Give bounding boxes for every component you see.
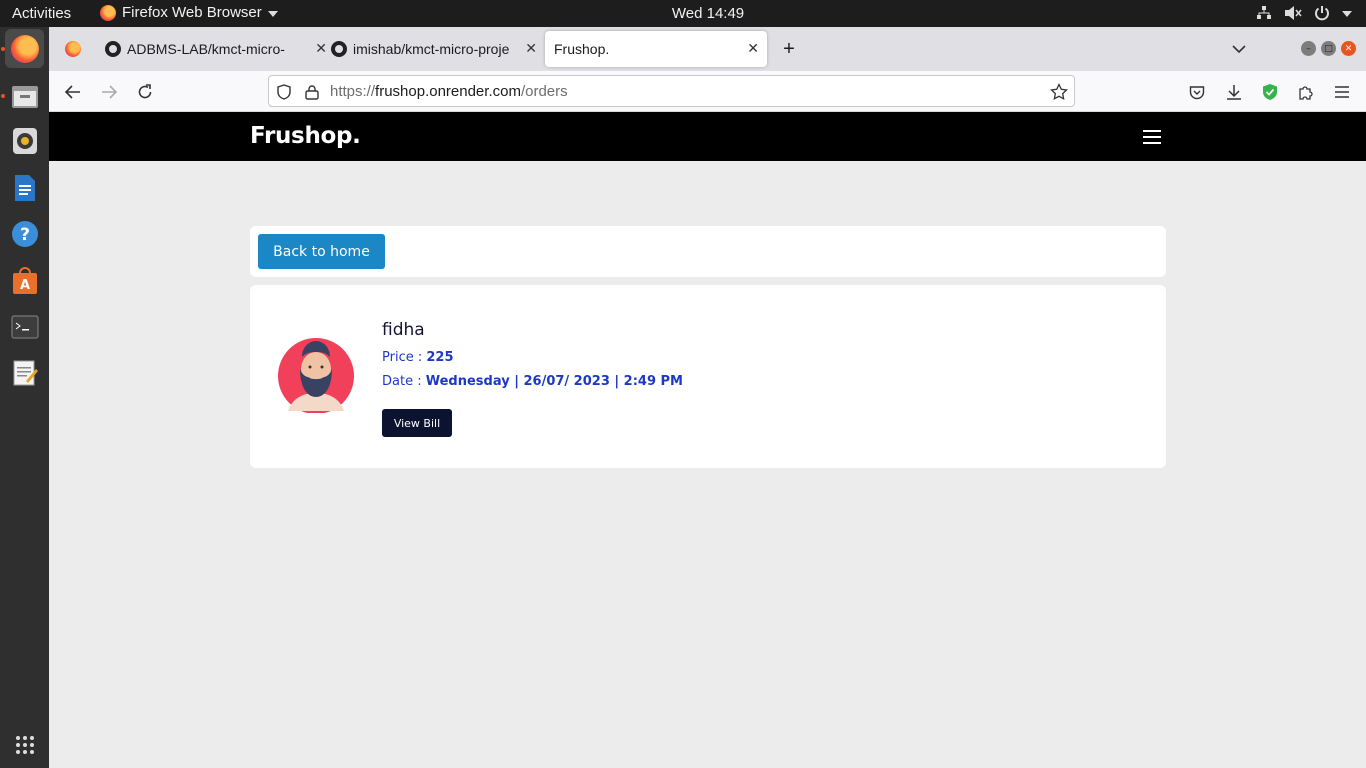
dock: ? A xyxy=(0,27,49,768)
music-player-icon xyxy=(12,127,37,154)
system-tray[interactable] xyxy=(1256,5,1352,21)
firefox-icon xyxy=(65,41,81,57)
network-icon xyxy=(1257,6,1271,19)
back-to-home-button[interactable]: Back to home xyxy=(258,234,385,269)
dock-writer[interactable] xyxy=(5,168,44,207)
puzzle-icon xyxy=(1299,86,1313,100)
hamburger-icon xyxy=(1335,86,1349,98)
url-bar[interactable]: https://frushop.onrender.com/orders xyxy=(268,75,1075,107)
chevron-down-icon xyxy=(1232,45,1246,54)
new-tab-button[interactable]: + xyxy=(777,31,801,67)
tab-title: ADBMS-LAB/kmct-micro- xyxy=(127,41,285,57)
firefox-view-button[interactable] xyxy=(55,31,91,67)
maximize-button[interactable]: □ xyxy=(1321,41,1336,56)
order-price: Price : 225 xyxy=(382,350,454,365)
dock-files[interactable] xyxy=(5,76,44,115)
chevron-down-icon xyxy=(1342,11,1352,17)
order-card: fidha Price : 225 Date : Wednesday | 26/… xyxy=(250,285,1166,468)
github-icon xyxy=(331,41,347,57)
dock-terminal[interactable] xyxy=(5,307,44,346)
svg-text:A: A xyxy=(19,278,29,293)
arrow-left-icon xyxy=(65,85,80,99)
tab-frushop[interactable]: Frushop. ✕ xyxy=(545,31,767,67)
show-applications-button[interactable] xyxy=(5,725,44,764)
shield-check-icon xyxy=(1263,84,1277,100)
system-top-bar: Activities Firefox Web Browser Wed 14:49 xyxy=(0,0,1366,27)
date-label: Date : xyxy=(382,374,426,389)
navigation-toolbar: https://frushop.onrender.com/orders xyxy=(49,71,1366,112)
extension-shield-button[interactable] xyxy=(1258,80,1282,104)
avatar xyxy=(278,338,354,413)
list-all-tabs-button[interactable] xyxy=(1227,31,1251,67)
close-icon[interactable]: ✕ xyxy=(315,40,327,57)
pocket-icon xyxy=(1189,85,1205,99)
price-value: 225 xyxy=(426,350,454,365)
terminal-icon xyxy=(11,315,38,338)
view-bill-button[interactable]: View Bill xyxy=(382,409,452,437)
price-label: Price : xyxy=(382,350,427,365)
app-menu-button[interactable] xyxy=(1330,80,1354,104)
power-icon xyxy=(1315,6,1329,21)
lock-icon[interactable] xyxy=(305,84,319,100)
dock-rhythmbox[interactable] xyxy=(5,121,44,160)
running-indicator xyxy=(1,47,5,51)
reload-button[interactable] xyxy=(133,80,157,104)
dock-text-editor[interactable] xyxy=(5,353,44,392)
back-card: Back to home xyxy=(250,226,1166,277)
software-store-icon: A xyxy=(12,266,37,294)
tab-title: Frushop. xyxy=(554,41,610,57)
running-indicator xyxy=(1,94,5,98)
tab-strip: ADBMS-LAB/kmct-micro- ✕ imishab/kmct-mic… xyxy=(49,27,1366,71)
site-navbar: Frushop. xyxy=(49,112,1366,161)
text-editor-icon xyxy=(13,360,38,385)
download-icon xyxy=(1227,85,1241,100)
menu-toggle-icon[interactable] xyxy=(1143,130,1161,144)
bookmark-star-icon[interactable] xyxy=(1050,83,1068,101)
back-button[interactable] xyxy=(61,80,85,104)
date-value: Wednesday | 26/07/ 2023 | 2:49 PM xyxy=(425,374,683,389)
help-icon: ? xyxy=(11,220,38,247)
forward-button[interactable] xyxy=(97,80,121,104)
tracking-protection-icon[interactable] xyxy=(277,84,291,100)
dock-help[interactable]: ? xyxy=(5,214,44,253)
github-icon xyxy=(105,41,121,57)
dock-software[interactable]: A xyxy=(5,261,44,300)
system-clock[interactable]: Wed 14:49 xyxy=(0,5,1366,22)
tab-title: imishab/kmct-micro-proje xyxy=(353,41,510,57)
arrow-right-icon xyxy=(102,85,117,99)
svg-text:?: ? xyxy=(20,225,30,245)
tab-adbms-lab[interactable]: ADBMS-LAB/kmct-micro- ✕ xyxy=(105,31,327,67)
site-brand[interactable]: Frushop. xyxy=(250,123,361,149)
customer-name: fidha xyxy=(382,320,425,340)
close-icon[interactable]: ✕ xyxy=(525,40,537,57)
files-icon xyxy=(11,85,38,108)
url-text: https://frushop.onrender.com/orders xyxy=(330,83,568,100)
volume-muted-icon xyxy=(1285,6,1302,20)
minimize-button[interactable]: – xyxy=(1301,41,1316,56)
downloads-button[interactable] xyxy=(1222,80,1246,104)
order-date: Date : Wednesday | 26/07/ 2023 | 2:49 PM xyxy=(382,374,683,389)
dock-firefox[interactable] xyxy=(5,29,44,68)
close-icon[interactable]: ✕ xyxy=(747,40,759,57)
document-icon xyxy=(14,174,35,201)
tab-imishab[interactable]: imishab/kmct-micro-proje ✕ xyxy=(331,31,537,67)
extensions-button[interactable] xyxy=(1294,80,1318,104)
app-grid-icon xyxy=(15,735,34,754)
close-window-button[interactable]: ✕ xyxy=(1341,41,1356,56)
reload-icon xyxy=(138,84,152,99)
plus-icon: + xyxy=(783,37,795,60)
pocket-button[interactable] xyxy=(1185,80,1209,104)
firefox-icon xyxy=(10,34,39,63)
